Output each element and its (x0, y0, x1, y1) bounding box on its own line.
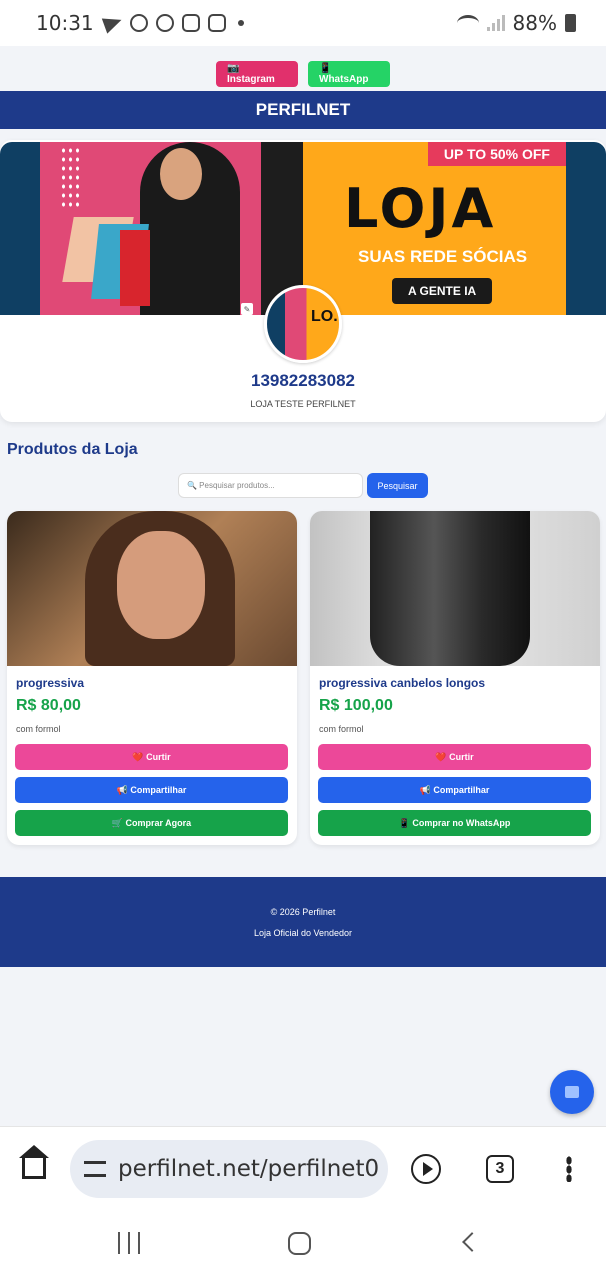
wifi-icon (456, 15, 479, 31)
footer-tagline: Loja Oficial do Vendedor (253, 928, 353, 938)
banner-dots (60, 146, 82, 208)
store-name: LOJA TESTE PERFILNET (250, 399, 356, 409)
facebook-icon (129, 14, 148, 32)
product-description: com formol (319, 724, 364, 734)
brand-header: PERFILNET (0, 91, 606, 129)
instagram-icon (181, 14, 200, 32)
product-price: R$ 80,00 (16, 697, 81, 714)
battery-percent: 88% (512, 11, 557, 35)
store-phone: 13982283082 (250, 371, 355, 390)
profile-card: UP TO 50% OFF LOJA SUAS REDE SÓCIAS A GE… (0, 140, 606, 422)
shopping-bag-image (120, 230, 150, 306)
avatar-text: LO. (311, 308, 338, 325)
brand-title: PERFILNET (255, 100, 351, 119)
product-search: 🔍 Pesquisar produtos... Pesquisar (0, 473, 606, 498)
search-button[interactable]: Pesquisar (367, 473, 428, 498)
browser-toolbar: perfilnet.net/perfilnet0 3 (0, 1126, 606, 1210)
whatsapp-buy-button[interactable]: 📱 Comprar no WhatsApp (318, 810, 591, 836)
search-input[interactable]: 🔍 Pesquisar produtos... (178, 473, 363, 498)
product-description: com formol (16, 724, 61, 734)
avatar: LO. (264, 285, 342, 363)
home-icon[interactable] (19, 1145, 49, 1179)
product-title[interactable]: progressiva canbelos longos (319, 676, 485, 690)
more-menu-icon[interactable] (566, 1156, 572, 1182)
notification-icons (101, 12, 244, 34)
product-image[interactable] (7, 511, 297, 666)
buy-button[interactable]: 🛒 Comprar Agora (15, 810, 288, 836)
recent-apps-icon[interactable] (118, 1232, 140, 1254)
facebook-icon (155, 14, 174, 32)
share-button[interactable]: 📢 Compartilhar (318, 777, 591, 803)
chat-fab-button[interactable] (550, 1070, 594, 1114)
instagram-icon (207, 14, 226, 32)
banner-title: LOJA (344, 177, 497, 240)
like-button[interactable]: ❤️ Curtir (318, 744, 591, 770)
product-image-hair (370, 511, 530, 666)
back-icon[interactable] (462, 1232, 482, 1252)
footer-copyright: © 2026 Perfilnet (270, 907, 336, 917)
product-card: progressiva R$ 80,00 com formol ❤️ Curti… (7, 511, 297, 845)
share-button[interactable]: 📢 Compartilhar (15, 777, 288, 803)
bot-icon (565, 1086, 579, 1098)
more-notifications-icon (237, 20, 244, 26)
address-bar[interactable]: perfilnet.net/perfilnet0 (70, 1140, 388, 1198)
edit-icon[interactable]: ✎ (241, 303, 253, 315)
like-button[interactable]: ❤️ Curtir (15, 744, 288, 770)
banner-model-face (160, 148, 202, 200)
product-title[interactable]: progressiva (16, 676, 84, 690)
play-icon[interactable] (411, 1154, 441, 1184)
whatsapp-button[interactable]: 📱 WhatsApp (308, 61, 390, 87)
status-bar: 10:31 88% (0, 0, 606, 46)
product-price: R$ 100,00 (319, 697, 393, 714)
banner-subtitle: SUAS REDE SÓCIAS (358, 247, 528, 266)
instagram-button[interactable]: 📷 Instagram (216, 61, 298, 87)
banner-promo: UP TO 50% OFF (427, 142, 566, 166)
signal-icon (486, 15, 505, 31)
battery-icon (565, 14, 576, 32)
status-time: 10:31 (36, 11, 94, 35)
telegram-icon (101, 12, 124, 34)
banner-pill: A GENTE IA (392, 278, 493, 304)
page-footer: © 2026 Perfilnet Loja Oficial do Vendedo… (0, 877, 606, 967)
site-settings-icon[interactable] (84, 1161, 106, 1177)
home-nav-icon[interactable] (288, 1232, 311, 1255)
product-card: progressiva canbelos longos R$ 100,00 co… (310, 511, 600, 845)
product-image-face (117, 531, 205, 639)
products-heading: Produtos da Loja (7, 441, 138, 458)
product-grid: progressiva R$ 80,00 com formol ❤️ Curti… (7, 511, 600, 845)
tab-switcher-button[interactable]: 3 (486, 1155, 514, 1183)
system-nav-bar (0, 1210, 606, 1280)
url-text[interactable]: perfilnet.net/perfilnet0 (118, 1156, 379, 1182)
social-links: 📷 Instagram 📱 WhatsApp (0, 61, 606, 87)
product-image[interactable] (310, 511, 600, 666)
